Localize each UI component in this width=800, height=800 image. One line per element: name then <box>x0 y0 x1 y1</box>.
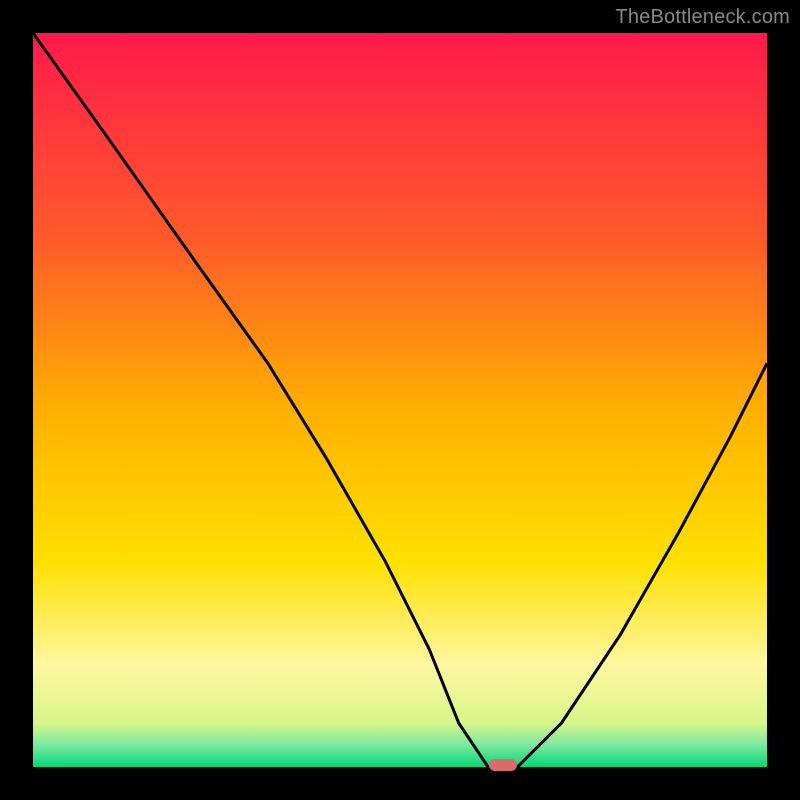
plot-svg <box>33 33 767 767</box>
optimal-marker <box>489 759 517 771</box>
gradient-background <box>33 33 767 767</box>
plot-area <box>33 33 767 767</box>
chart-frame: TheBottleneck.com <box>0 0 800 800</box>
watermark-text: TheBottleneck.com <box>615 6 790 29</box>
